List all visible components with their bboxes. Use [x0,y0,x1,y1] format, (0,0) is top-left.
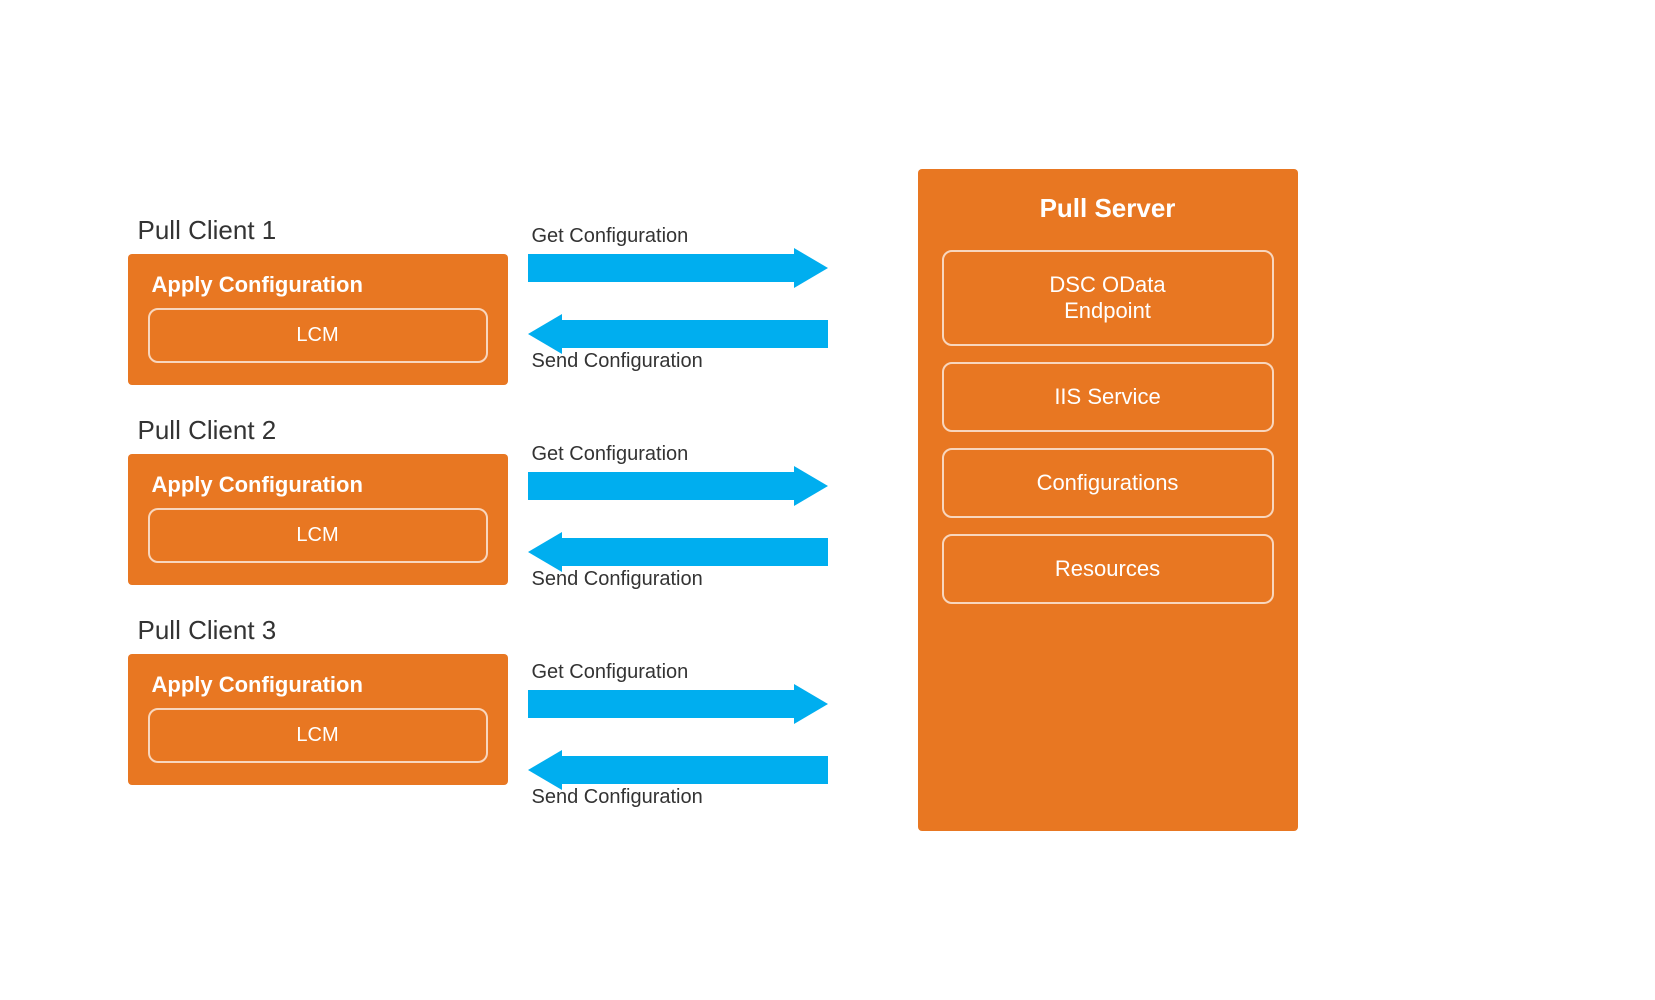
client-1-label: Pull Client 1 [128,215,508,246]
send-arrow-row-3: Send Configuration [528,754,848,813]
client-2-label: Pull Client 2 [128,415,508,446]
arrow-head [528,532,562,572]
arrow-shaft [562,538,828,566]
get-arrow-2 [528,470,828,502]
get-label-2: Get Configuration [528,443,689,466]
arrow-group-2: Get Configuration Send Configuration [528,425,848,613]
client-1-box: Apply Configuration LCM [128,254,508,385]
client-group-1: Pull Client 1 Apply Configuration LCM [128,215,508,385]
get-arrow-3 [528,688,828,720]
get-arrow-row-1: Get Configuration [528,225,848,284]
arrow-shaft [562,320,828,348]
diagram: Pull Client 1 Apply Configuration LCM Pu… [128,129,1528,871]
arrow-shaft [562,756,828,784]
arrow-group-1: Get Configuration Send Configuration [528,207,848,395]
client-group-3: Pull Client 3 Apply Configuration LCM [128,615,508,785]
server-item-configurations: Configurations [942,448,1274,518]
arrow-head [528,314,562,354]
clients-column: Pull Client 1 Apply Configuration LCM Pu… [128,215,508,785]
send-arrow-2 [528,536,828,568]
get-label-1: Get Configuration [528,225,689,248]
get-arrow-row-3: Get Configuration [528,661,848,720]
client-group-2: Pull Client 2 Apply Configuration LCM [128,415,508,585]
send-arrow-3 [528,754,828,786]
client-3-title: Apply Configuration [148,672,488,698]
server-item-dsc: DSC ODataEndpoint [942,250,1274,346]
server-item-iis: IIS Service [942,362,1274,432]
arrow-shaft [528,254,794,282]
send-arrow-1 [528,318,828,350]
arrow-head [794,248,828,288]
arrow-shaft [528,690,794,718]
get-arrow-row-2: Get Configuration [528,443,848,502]
arrows-column: Get Configuration Send Configuration G [508,169,868,831]
client-3-lcm: LCM [148,708,488,763]
send-arrow-row-2: Send Configuration [528,536,848,595]
client-1-lcm: LCM [148,308,488,363]
arrow-shaft [528,472,794,500]
client-2-title: Apply Configuration [148,472,488,498]
arrow-head [794,684,828,724]
get-label-3: Get Configuration [528,661,689,684]
client-2-lcm: LCM [148,508,488,563]
arrow-head [794,466,828,506]
server-item-resources: Resources [942,534,1274,604]
get-arrow-1 [528,252,828,284]
server-title: Pull Server [942,193,1274,224]
client-3-label: Pull Client 3 [128,615,508,646]
arrow-group-3: Get Configuration Send Configuration [528,643,848,831]
arrow-head [528,750,562,790]
client-3-box: Apply Configuration LCM [128,654,508,785]
client-1-title: Apply Configuration [148,272,488,298]
send-arrow-row-1: Send Configuration [528,318,848,377]
client-2-box: Apply Configuration LCM [128,454,508,585]
server-column: Pull Server DSC ODataEndpoint IIS Servic… [918,169,1298,831]
